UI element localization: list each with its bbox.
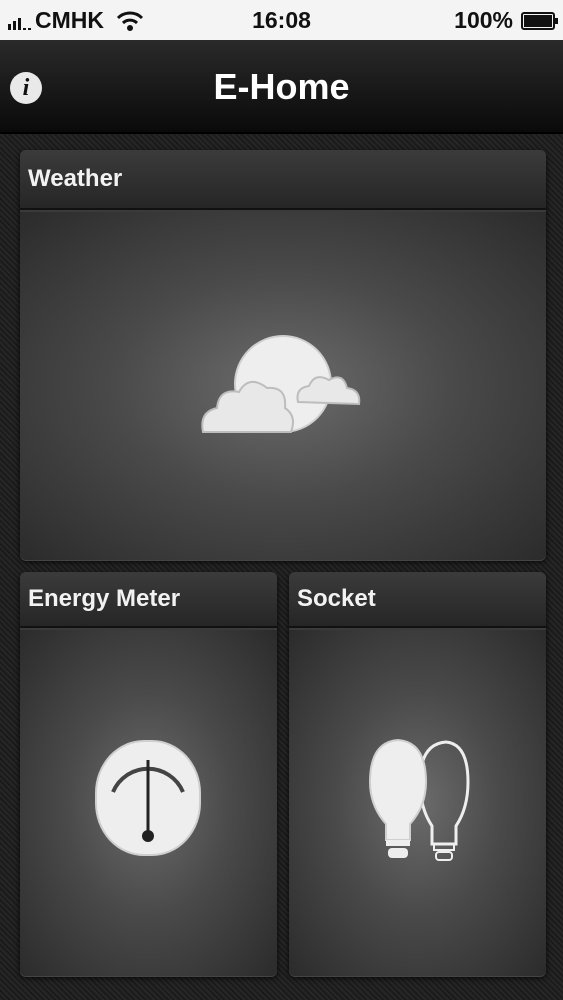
socket-tile-header: Socket <box>289 572 546 628</box>
weather-tile-body <box>20 212 546 560</box>
socket-tile-body <box>289 630 546 976</box>
socket-tile-label: Socket <box>297 585 376 612</box>
page-title: E-Home <box>213 66 350 107</box>
weather-tile[interactable]: Weather <box>20 150 546 560</box>
light-bulb-icon <box>368 738 470 861</box>
energy-meter-tile[interactable]: Energy Meter <box>20 572 277 976</box>
battery-area: 100% <box>454 7 558 34</box>
nav-bar: i E-Home <box>0 40 563 134</box>
tile-grid: Weather Energy Meter Socket <box>0 134 563 1000</box>
weather-tile-header: Weather <box>20 150 546 210</box>
energy-meter-tile-header: Energy Meter <box>20 572 277 628</box>
energy-meter-tile-label: Energy Meter <box>28 585 181 612</box>
gauge-icon <box>95 740 201 856</box>
status-bar: CMHK 16:08 100% <box>0 0 563 40</box>
socket-tile[interactable]: Socket <box>289 572 546 976</box>
energy-meter-tile-body <box>20 630 277 976</box>
battery-percent: 100% <box>454 7 513 33</box>
cloud-moon-icon <box>201 335 361 433</box>
weather-tile-label: Weather <box>28 165 123 192</box>
battery-icon <box>521 11 558 30</box>
